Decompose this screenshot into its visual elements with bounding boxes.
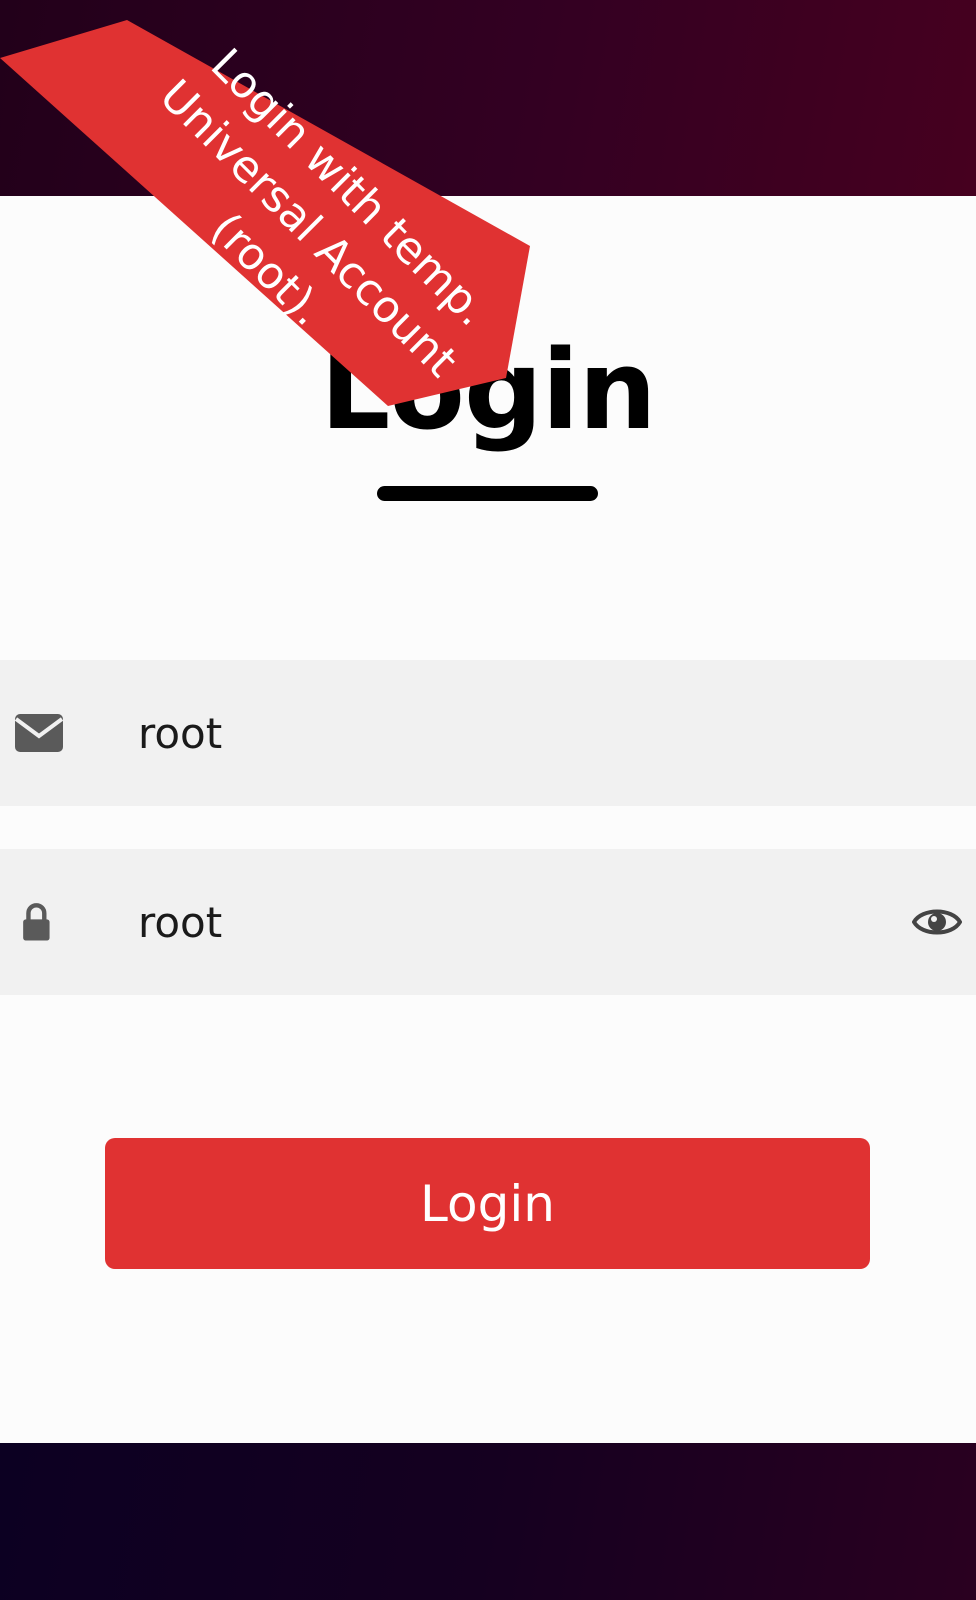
email-field-row (0, 660, 976, 806)
title-underline (377, 486, 598, 501)
top-background-band (0, 0, 976, 196)
login-button[interactable]: Login (105, 1138, 870, 1269)
lock-icon (23, 903, 50, 941)
eye-icon[interactable] (912, 904, 962, 940)
envelope-icon (14, 714, 64, 752)
password-input[interactable] (138, 849, 878, 995)
bottom-background-band (0, 1443, 976, 1600)
page-title: Login (320, 326, 656, 454)
password-field-row (0, 849, 976, 995)
email-input[interactable] (138, 660, 878, 806)
